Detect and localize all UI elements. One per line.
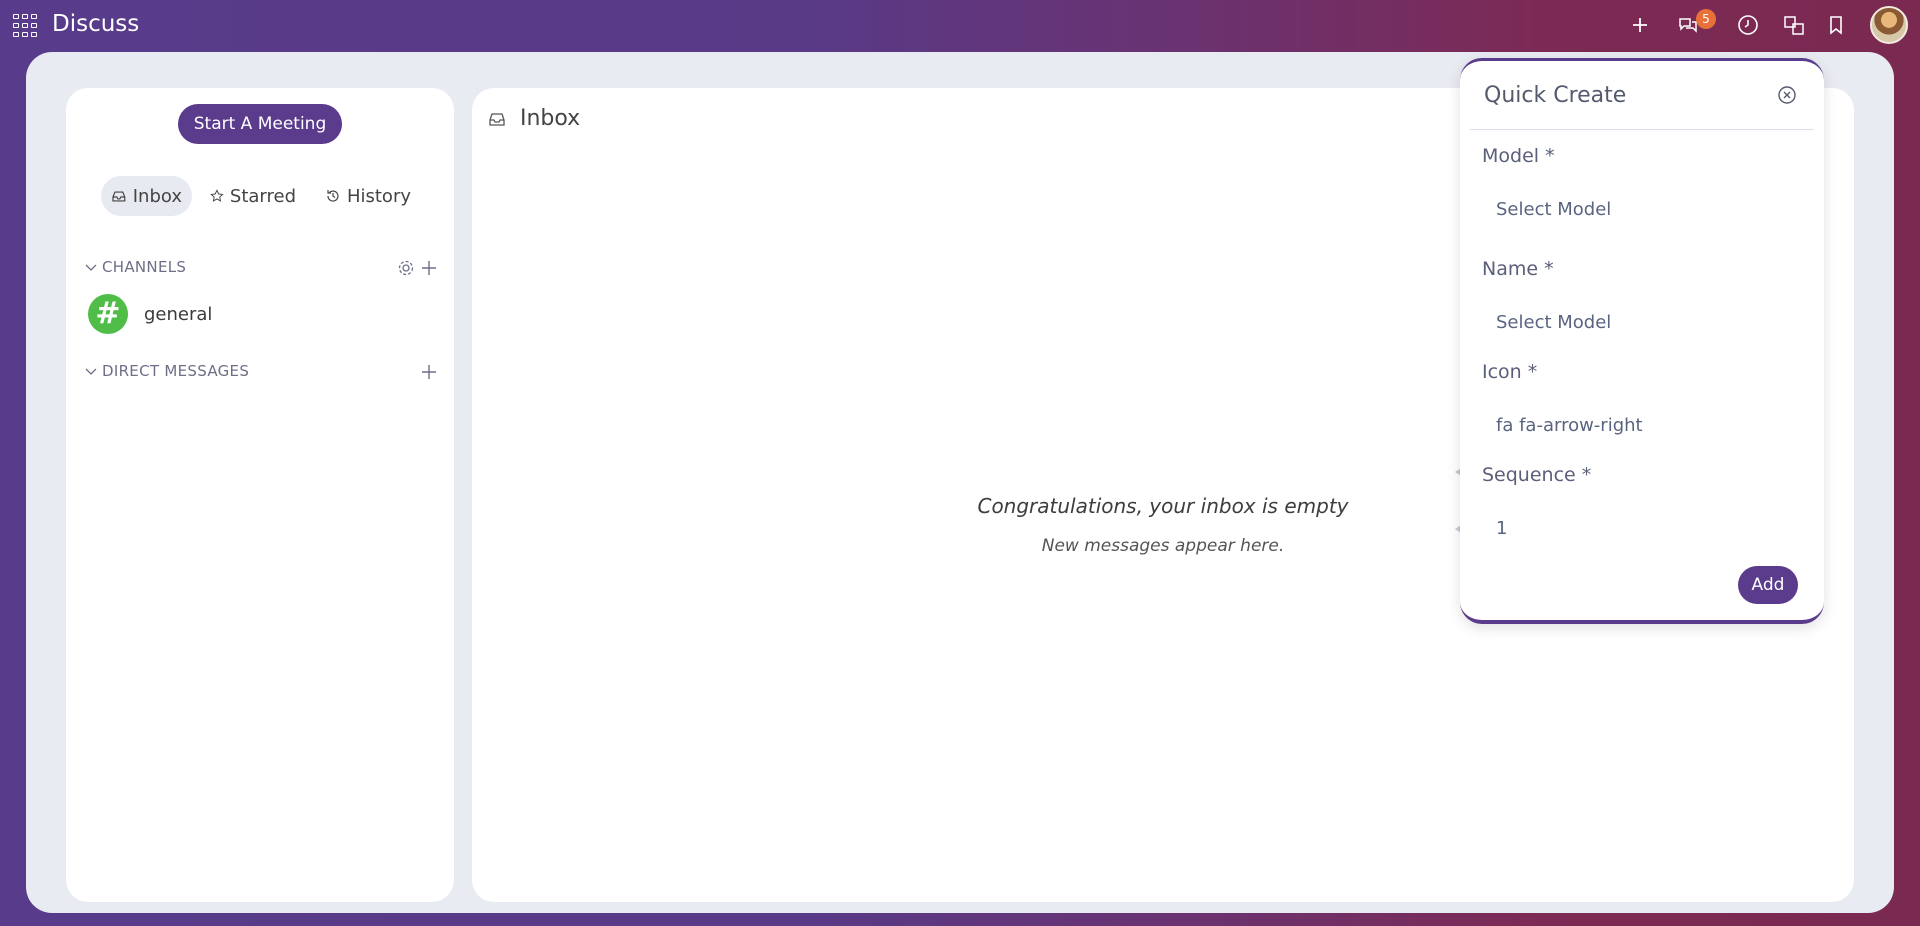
- tab-starred[interactable]: Starred: [200, 176, 306, 216]
- direct-messages-section-header[interactable]: DIRECT MESSAGES: [84, 362, 249, 380]
- history-icon: [327, 190, 339, 202]
- start-meeting-button[interactable]: Start A Meeting: [178, 104, 342, 144]
- channel-settings-icon[interactable]: [396, 258, 416, 278]
- icon-label: Icon *: [1482, 361, 1538, 383]
- app-menu-icon[interactable]: [13, 14, 39, 38]
- top-navbar: Discuss 5: [0, 0, 1920, 50]
- chevron-down-icon: [85, 264, 97, 271]
- translate-icon[interactable]: [1782, 13, 1806, 37]
- model-label: Model *: [1482, 145, 1555, 167]
- quick-create-panel: Quick Create Model * Name * Icon * Seque…: [1460, 58, 1824, 624]
- name-field[interactable]: [1482, 304, 1802, 340]
- name-label: Name *: [1482, 258, 1554, 280]
- tab-label: Inbox: [132, 185, 182, 207]
- tab-inbox[interactable]: Inbox: [101, 176, 192, 216]
- user-avatar[interactable]: [1870, 6, 1908, 44]
- add-channel-icon[interactable]: [419, 258, 439, 278]
- star-icon: [210, 189, 224, 202]
- channels-label: CHANNELS: [102, 258, 187, 276]
- channel-avatar: #: [88, 294, 128, 334]
- icon-field[interactable]: [1482, 407, 1802, 443]
- tab-label: History: [346, 185, 411, 207]
- thread-header: Inbox: [488, 106, 580, 131]
- divider: [1470, 129, 1814, 130]
- empty-inbox-title: Congratulations, your inbox is empty: [977, 494, 1349, 518]
- channels-section-header[interactable]: CHANNELS: [84, 258, 186, 276]
- direct-messages-label: DIRECT MESSAGES: [102, 362, 250, 380]
- inbox-icon: [489, 112, 505, 126]
- plus-icon[interactable]: [1628, 13, 1652, 37]
- add-direct-message-icon[interactable]: [419, 362, 439, 382]
- chevron-down-icon: [85, 368, 97, 375]
- messages-badge: 5: [1696, 9, 1716, 29]
- add-button[interactable]: Add: [1738, 566, 1798, 604]
- channel-name: general: [144, 303, 213, 325]
- bookmark-icon[interactable]: [1824, 13, 1848, 37]
- inbox-icon: [112, 191, 126, 202]
- channel-item-general[interactable]: # general: [88, 294, 428, 334]
- tab-label: Starred: [229, 185, 296, 207]
- tab-history[interactable]: History: [315, 176, 421, 216]
- thread-title: Inbox: [520, 106, 581, 131]
- app-title: Discuss: [52, 11, 140, 37]
- sequence-label: Sequence *: [1482, 464, 1592, 486]
- model-select[interactable]: [1482, 191, 1802, 227]
- quick-create-title: Quick Create: [1484, 83, 1627, 108]
- clock-icon[interactable]: [1736, 13, 1760, 37]
- close-icon[interactable]: [1776, 84, 1798, 106]
- sequence-field[interactable]: [1482, 510, 1802, 546]
- empty-inbox-subtitle: New messages appear here.: [1041, 536, 1285, 556]
